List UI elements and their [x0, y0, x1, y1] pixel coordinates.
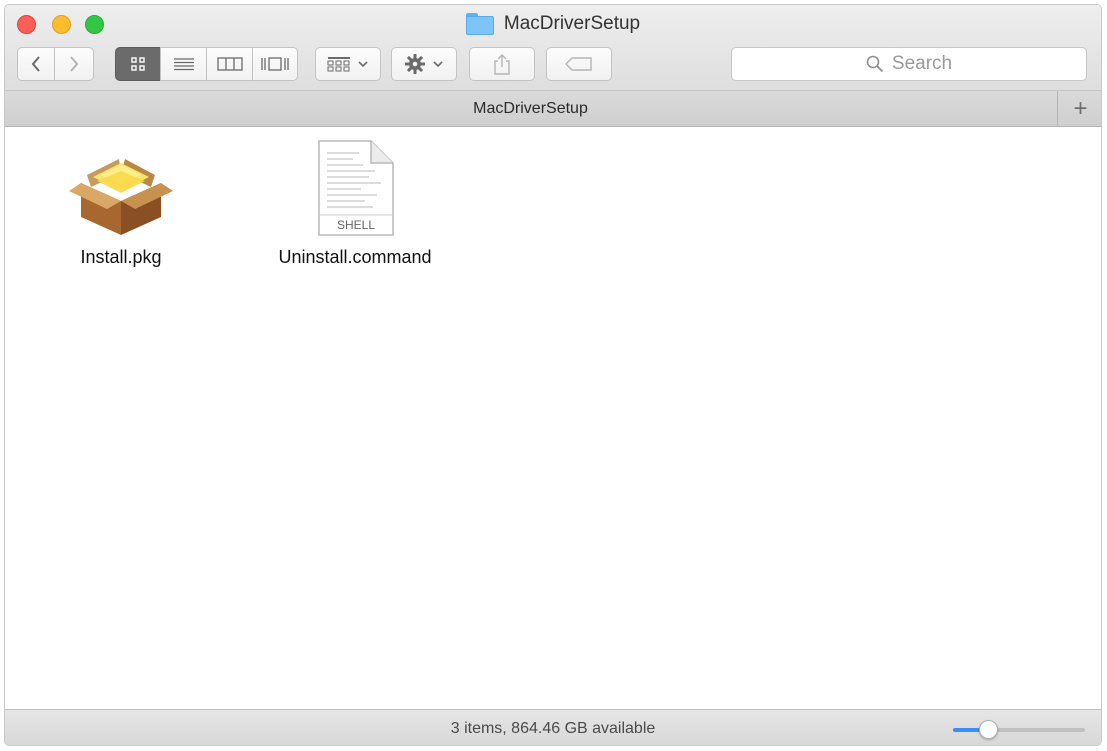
tag-icon	[565, 57, 592, 71]
column-view-button[interactable]	[206, 47, 253, 81]
status-text: 3 items, 864.46 GB available	[450, 720, 656, 737]
gear-icon	[405, 54, 425, 74]
share-button[interactable]	[469, 47, 535, 81]
arrange-button[interactable]	[315, 47, 381, 81]
chevron-down-icon	[433, 61, 443, 68]
search-field[interactable]: Search	[731, 47, 1087, 81]
zoom-window-button[interactable]	[85, 15, 104, 34]
close-window-button[interactable]	[17, 15, 36, 34]
list-view-button[interactable]	[160, 47, 207, 81]
file-item-install-pkg[interactable]: Install.pkg	[61, 143, 181, 268]
finder-window: MacDriverSetup Search MacDriverSetup + I…	[4, 4, 1102, 746]
shell-script-icon: SHELL	[318, 140, 394, 236]
window-title: MacDriverSetup	[503, 13, 641, 34]
folder-icon	[465, 13, 494, 35]
file-browser-content: Install.pkg SHELL Uninstall.command	[5, 127, 1101, 709]
view-mode-control	[115, 47, 298, 81]
chevron-down-icon	[358, 61, 368, 68]
shell-badge: SHELL	[337, 218, 375, 232]
chevron-right-icon	[70, 56, 79, 72]
package-icon	[69, 159, 173, 235]
tag-button[interactable]	[546, 47, 612, 81]
minimize-window-button[interactable]	[52, 15, 71, 34]
forward-button[interactable]	[54, 47, 94, 81]
action-menu-button[interactable]	[391, 47, 457, 81]
cover-flow-view-button[interactable]	[252, 47, 298, 81]
file-name: Install.pkg	[80, 247, 162, 267]
status-bar: 3 items, 864.46 GB available	[5, 709, 1101, 745]
slider-knob[interactable]	[979, 720, 999, 739]
list-view-icon	[173, 58, 194, 71]
icon-view-icon	[131, 57, 145, 71]
new-tab-button[interactable]: +	[1057, 91, 1101, 126]
tab-bar: MacDriverSetup +	[5, 91, 1101, 127]
share-icon	[494, 54, 510, 75]
plus-icon: +	[1073, 94, 1088, 122]
cover-flow-view-icon	[261, 57, 289, 71]
search-placeholder: Search	[891, 53, 953, 74]
icon-view-button[interactable]	[115, 47, 161, 81]
window-title-group: MacDriverSetup	[5, 12, 1101, 36]
arrange-grid-icon	[327, 57, 350, 72]
icon-size-slider[interactable]	[953, 720, 1085, 739]
search-icon	[866, 55, 884, 73]
title-bar: MacDriverSetup Search	[5, 5, 1101, 91]
file-item-uninstall-command[interactable]: SHELL Uninstall.command	[260, 139, 450, 268]
navigation-buttons	[17, 47, 94, 81]
column-view-icon	[216, 57, 243, 71]
file-name: Uninstall.command	[278, 247, 432, 267]
tab-macdriversetup[interactable]: MacDriverSetup	[5, 91, 1056, 126]
back-button[interactable]	[17, 47, 55, 81]
chevron-left-icon	[31, 56, 40, 72]
